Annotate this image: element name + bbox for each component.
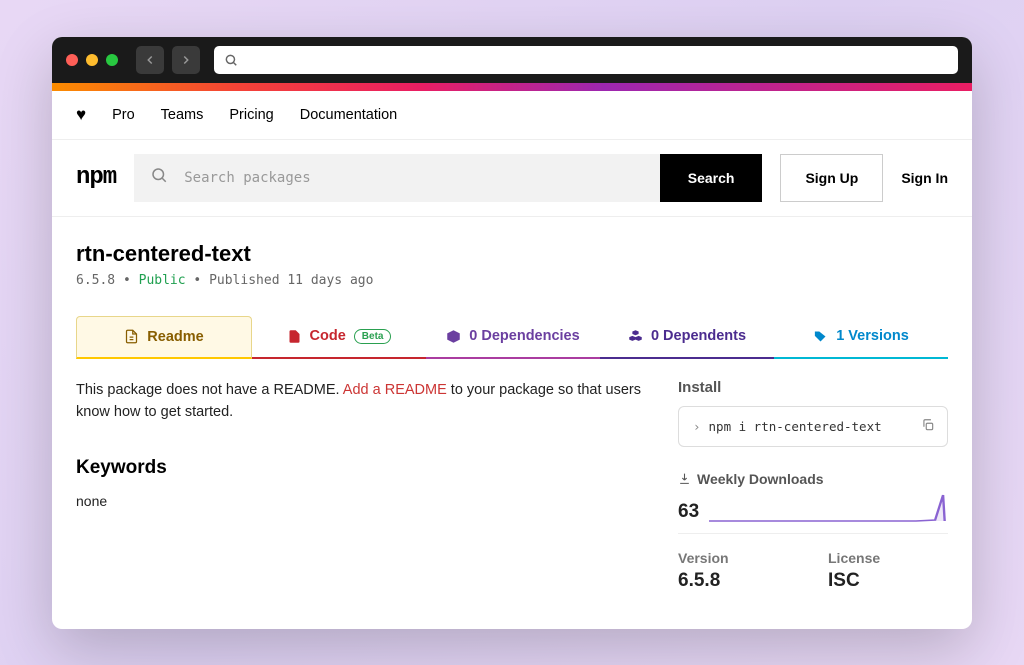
package-access: Public bbox=[139, 273, 186, 288]
nav-teams[interactable]: Teams bbox=[161, 107, 204, 123]
tab-code[interactable]: Code Beta bbox=[252, 316, 426, 359]
minimize-window-button[interactable] bbox=[86, 54, 98, 66]
package-published: Published 11 days ago bbox=[209, 273, 373, 288]
boxes-icon bbox=[628, 329, 643, 344]
nav-pricing[interactable]: Pricing bbox=[229, 107, 273, 123]
tab-code-label: Code bbox=[310, 328, 346, 344]
download-icon bbox=[678, 472, 691, 485]
file-icon bbox=[124, 329, 139, 344]
nav-documentation[interactable]: Documentation bbox=[300, 107, 398, 123]
install-label: Install bbox=[678, 379, 948, 396]
tab-versions-label: 1 Versions bbox=[836, 328, 909, 344]
tabs: Readme Code Beta 0 Dependencies 0 Depend… bbox=[76, 316, 948, 359]
downloads-sparkline bbox=[709, 493, 948, 523]
tab-dependencies-label: 0 Dependencies bbox=[469, 328, 579, 344]
license-label: License bbox=[828, 550, 948, 566]
forward-button[interactable] bbox=[172, 46, 200, 74]
license-item: License ISC bbox=[828, 550, 948, 592]
meta-grid: Version 6.5.8 License ISC bbox=[678, 550, 948, 592]
tab-dependencies[interactable]: 0 Dependencies bbox=[426, 316, 600, 359]
keywords-heading: Keywords bbox=[76, 457, 646, 479]
brand-gradient-bar bbox=[52, 83, 972, 91]
copy-icon[interactable] bbox=[921, 418, 935, 435]
right-column: Install › npm i rtn-centered-text Weekly… bbox=[678, 379, 948, 592]
package-meta: 6.5.8 • Public • Published 11 days ago bbox=[76, 273, 948, 288]
top-nav: ♥ Pro Teams Pricing Documentation bbox=[52, 91, 972, 140]
weekly-downloads-text: Weekly Downloads bbox=[697, 471, 824, 487]
readme-text-pre: This package does not have a README. bbox=[76, 382, 343, 398]
keywords-value: none bbox=[76, 493, 646, 509]
signin-link[interactable]: Sign In bbox=[901, 170, 948, 186]
search-icon bbox=[224, 53, 238, 67]
url-bar[interactable] bbox=[214, 46, 958, 74]
titlebar bbox=[52, 37, 972, 83]
add-readme-link[interactable]: Add a README bbox=[343, 382, 447, 398]
package-version: 6.5.8 bbox=[76, 273, 115, 288]
chevron-right-icon: › bbox=[693, 419, 701, 434]
install-command: npm i rtn-centered-text bbox=[709, 419, 882, 434]
tab-readme-label: Readme bbox=[147, 329, 203, 345]
signup-button[interactable]: Sign Up bbox=[780, 154, 883, 202]
heart-icon[interactable]: ♥ bbox=[76, 105, 86, 125]
nav-pro[interactable]: Pro bbox=[112, 107, 135, 123]
search-box: Search bbox=[134, 154, 762, 202]
left-column: This package does not have a README. Add… bbox=[76, 379, 646, 592]
version-item: Version 6.5.8 bbox=[678, 550, 798, 592]
beta-badge: Beta bbox=[354, 329, 392, 344]
main-columns: This package does not have a README. Add… bbox=[52, 359, 972, 592]
close-window-button[interactable] bbox=[66, 54, 78, 66]
license-value: ISC bbox=[828, 570, 948, 592]
maximize-window-button[interactable] bbox=[106, 54, 118, 66]
package-title: rtn-centered-text bbox=[76, 241, 948, 267]
window-controls bbox=[66, 54, 118, 66]
tab-dependents[interactable]: 0 Dependents bbox=[600, 316, 774, 359]
downloads-row: 63 bbox=[678, 493, 948, 534]
readme-empty-message: This package does not have a README. Add… bbox=[76, 379, 646, 424]
tab-readme[interactable]: Readme bbox=[76, 316, 252, 359]
install-command-box[interactable]: › npm i rtn-centered-text bbox=[678, 406, 948, 447]
version-label: Version bbox=[678, 550, 798, 566]
npm-logo[interactable]: npm bbox=[76, 164, 116, 191]
weekly-downloads-value: 63 bbox=[678, 501, 699, 523]
tab-versions[interactable]: 1 Versions bbox=[774, 316, 948, 359]
tab-dependents-label: 0 Dependents bbox=[651, 328, 746, 344]
content: rtn-centered-text 6.5.8 • Public • Publi… bbox=[52, 217, 972, 629]
tags-icon bbox=[813, 329, 828, 344]
weekly-downloads-label: Weekly Downloads bbox=[678, 471, 948, 487]
code-file-icon bbox=[287, 329, 302, 344]
browser-window: ♥ Pro Teams Pricing Documentation npm Se… bbox=[52, 37, 972, 629]
search-input[interactable] bbox=[184, 170, 660, 186]
search-button[interactable]: Search bbox=[660, 154, 763, 202]
package-header: rtn-centered-text 6.5.8 • Public • Publi… bbox=[52, 217, 972, 300]
search-row: npm Search Sign Up Sign In bbox=[52, 140, 972, 217]
box-icon bbox=[446, 329, 461, 344]
search-icon bbox=[134, 166, 184, 189]
version-value: 6.5.8 bbox=[678, 570, 798, 592]
back-button[interactable] bbox=[136, 46, 164, 74]
